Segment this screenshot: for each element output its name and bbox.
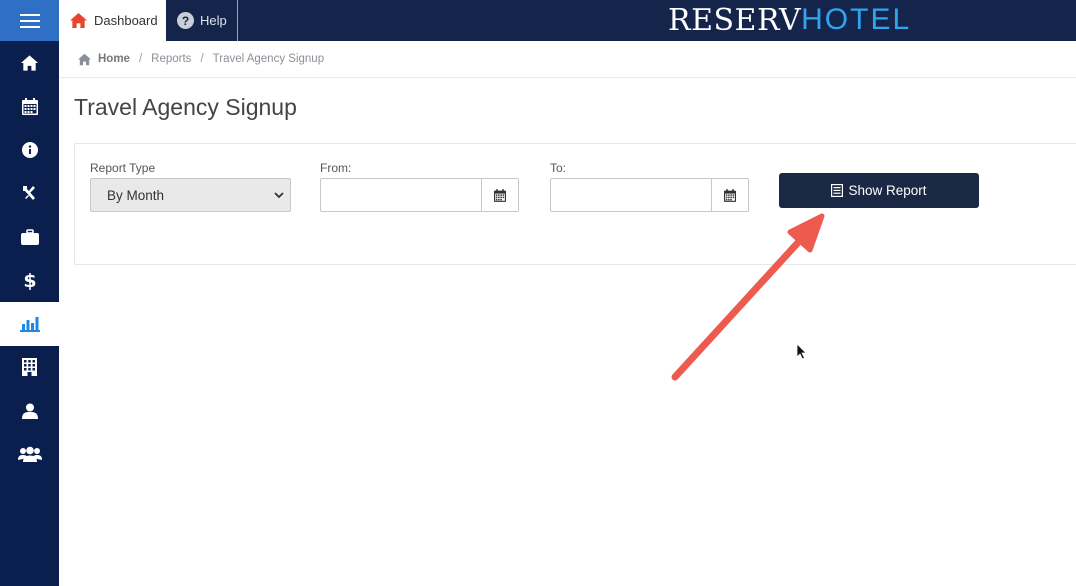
sidebar-item-billing[interactable]: $ — [0, 259, 59, 303]
home-icon — [70, 12, 87, 29]
calendar-icon — [21, 97, 38, 115]
tab-dashboard[interactable]: Dashboard — [59, 0, 166, 41]
sidebar-item-reports[interactable] — [0, 302, 59, 346]
from-label: From: — [320, 161, 352, 175]
svg-text:$: $ — [23, 270, 36, 290]
reservhotel-logo: RESERV HOTEL — [668, 2, 911, 38]
hamburger-icon — [19, 13, 40, 28]
tab-dashboard-label: Dashboard — [94, 13, 158, 28]
tab-help-label: Help — [200, 13, 227, 28]
mouse-cursor-icon — [796, 343, 807, 360]
sidebar-item-info[interactable] — [0, 128, 59, 172]
breadcrumb: Home / Reports / Travel Agency Signup — [59, 41, 1076, 78]
sidebar-item-calendar[interactable] — [0, 85, 59, 129]
sidebar: $ — [0, 41, 59, 586]
report-type-label: Report Type — [90, 161, 156, 175]
chevron-down-icon — [274, 192, 284, 199]
top-bar: Dashboard ? Help RESERV HOTEL — [0, 0, 1076, 41]
show-report-label: Show Report — [848, 183, 927, 198]
help-icon: ? — [177, 12, 194, 29]
user-icon — [21, 403, 38, 419]
home-icon — [78, 53, 91, 65]
to-date-input[interactable] — [550, 178, 712, 212]
bar-chart-icon — [19, 317, 40, 333]
report-type-select[interactable]: By Month — [90, 178, 291, 212]
report-filter-panel: Report Type By Month From: To: Show Repo… — [74, 143, 1076, 265]
from-date-picker-button[interactable] — [481, 178, 519, 212]
sidebar-item-briefcase[interactable] — [0, 215, 59, 259]
sidebar-item-users[interactable] — [0, 433, 59, 477]
briefcase-icon — [20, 228, 39, 245]
calendar-icon — [494, 188, 506, 202]
home-icon — [20, 55, 39, 71]
breadcrumb-separator: / — [200, 53, 204, 65]
logo-text-reserv: RESERV — [668, 2, 802, 38]
calendar-icon — [724, 188, 736, 202]
page-title: Travel Agency Signup — [74, 94, 297, 120]
sidebar-item-user[interactable] — [0, 389, 59, 433]
breadcrumb-reports[interactable]: Reports — [151, 53, 191, 65]
from-date-input[interactable] — [320, 178, 482, 212]
to-label: To: — [550, 161, 567, 175]
to-date-picker-button[interactable] — [711, 178, 749, 212]
users-icon — [17, 446, 42, 463]
breadcrumb-separator: / — [138, 53, 143, 65]
breadcrumb-home[interactable]: Home — [77, 53, 130, 66]
annotation-overlay — [671, 213, 825, 381]
info-icon — [21, 141, 38, 158]
breadcrumb-current: Travel Agency Signup — [212, 53, 325, 65]
breadcrumb-home-label: Home — [98, 53, 130, 65]
report-list-icon — [831, 184, 844, 197]
dollar-icon: $ — [23, 270, 36, 290]
sidebar-item-home[interactable] — [0, 41, 59, 85]
sidebar-item-properties[interactable] — [0, 346, 59, 390]
report-type-value: By Month — [107, 187, 165, 203]
building-icon — [22, 358, 37, 377]
tools-icon — [22, 186, 35, 201]
sidebar-item-tools[interactable] — [0, 172, 59, 216]
tab-help[interactable]: ? Help — [166, 0, 238, 41]
show-report-button[interactable]: Show Report — [779, 173, 979, 208]
logo-text-hotel: HOTEL — [801, 3, 912, 36]
menu-toggle-button[interactable] — [0, 0, 59, 41]
